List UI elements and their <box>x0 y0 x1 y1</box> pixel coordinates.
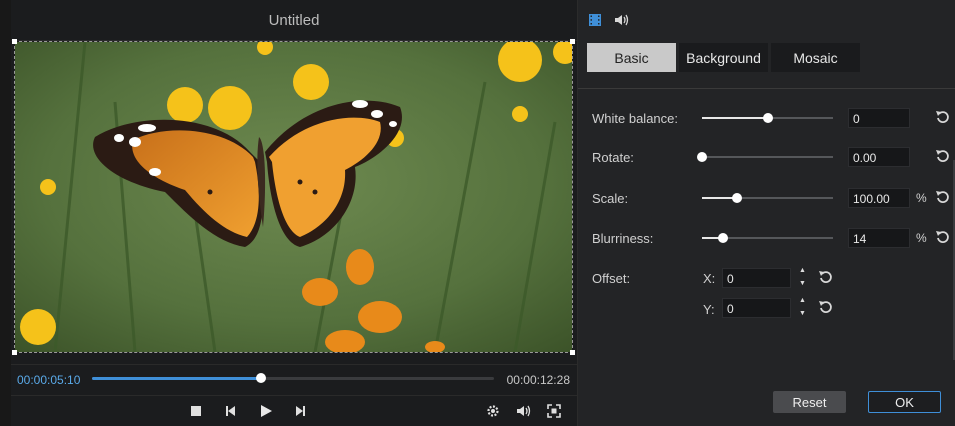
ok-button[interactable]: OK <box>868 391 941 413</box>
offset-x-down-icon[interactable]: ▼ <box>799 280 806 288</box>
rotate-label: Rotate: <box>592 150 634 165</box>
offset-label: Offset: <box>592 271 631 286</box>
reset-button[interactable]: Reset <box>773 391 846 413</box>
adjust-panel: Basic Background Mosaic White balance: 0… <box>577 0 955 426</box>
total-time: 00:00:12:28 <box>506 373 570 387</box>
tab-bar: Basic Background Mosaic <box>587 43 860 72</box>
tab-background[interactable]: Background <box>679 43 768 72</box>
scale-row: Scale: 100.00 % <box>592 187 952 209</box>
rotate-reset-icon[interactable] <box>935 148 951 164</box>
rotate-slider[interactable] <box>697 152 833 162</box>
seek-handle[interactable] <box>255 373 266 383</box>
butterfly-image <box>15 42 572 352</box>
white-balance-reset-icon[interactable] <box>935 109 951 125</box>
tab-divider <box>578 88 955 89</box>
slider-knob[interactable] <box>732 193 743 203</box>
fullscreen-icon[interactable] <box>547 404 561 421</box>
next-frame-icon[interactable] <box>293 404 307 421</box>
film-icon[interactable] <box>588 13 602 32</box>
scale-unit: % <box>916 191 927 205</box>
speaker-icon[interactable] <box>614 13 630 32</box>
white-balance-label: White balance: <box>592 111 678 126</box>
stop-icon[interactable] <box>189 404 203 421</box>
scale-slider[interactable] <box>702 193 833 203</box>
rotate-input[interactable]: 0.00 <box>848 147 910 167</box>
offset-x-reset-icon[interactable] <box>818 269 834 285</box>
seek-progress <box>92 377 261 380</box>
blurriness-unit: % <box>916 231 927 245</box>
slider-knob[interactable] <box>762 113 773 123</box>
offset-y-input[interactable]: 0 <box>722 298 791 318</box>
crop-handle-top-left[interactable] <box>12 39 17 44</box>
offset-x-label: X: <box>703 271 716 286</box>
offset-y-up-icon[interactable]: ▲ <box>799 297 806 305</box>
slider-knob[interactable] <box>697 152 707 162</box>
timeline-bar: 00:00:05:10 00:00:12:28 <box>11 364 577 396</box>
blurriness-slider[interactable] <box>702 233 833 243</box>
blurriness-input[interactable]: 14 <box>848 228 910 248</box>
tab-basic[interactable]: Basic <box>587 43 676 72</box>
scale-input[interactable]: 100.00 <box>848 188 910 208</box>
player-title: Untitled <box>11 0 577 41</box>
play-icon[interactable] <box>259 404 273 421</box>
blurriness-reset-icon[interactable] <box>935 229 951 245</box>
volume-icon[interactable] <box>516 404 532 421</box>
video-preview[interactable] <box>14 41 573 353</box>
crop-handle-bottom-left[interactable] <box>12 350 17 355</box>
offset-y-label: Y: <box>703 302 715 317</box>
white-balance-input[interactable]: 0 <box>848 108 910 128</box>
blurriness-row: Blurriness: 14 % <box>592 227 952 249</box>
slider-fill <box>702 117 768 119</box>
offset-y-down-icon[interactable]: ▼ <box>799 310 806 318</box>
crop-handle-top-right[interactable] <box>570 39 575 44</box>
panel-mode-icons <box>588 13 630 32</box>
offset-x-up-icon[interactable]: ▲ <box>799 267 806 275</box>
tab-mosaic[interactable]: Mosaic <box>771 43 860 72</box>
scale-reset-icon[interactable] <box>935 189 951 205</box>
current-time: 00:00:05:10 <box>17 373 81 387</box>
rotate-row: Rotate: 0.00 <box>592 146 952 168</box>
blurriness-label: Blurriness: <box>592 231 654 246</box>
slider-knob[interactable] <box>717 233 728 243</box>
crop-handle-bottom-right[interactable] <box>570 350 575 355</box>
offset-row: Offset: X: 0 ▲ ▼ Y: 0 ▲ ▼ <box>592 267 952 327</box>
previous-frame-icon[interactable] <box>224 404 238 421</box>
settings-gear-icon[interactable] <box>486 404 500 421</box>
video-player: Untitled 00:00:05:10 00:00:12:28 <box>11 0 577 426</box>
playback-controls <box>11 398 577 426</box>
white-balance-slider[interactable] <box>702 113 833 123</box>
scale-label: Scale: <box>592 191 629 206</box>
white-balance-row: White balance: 0 <box>592 107 952 129</box>
offset-x-input[interactable]: 0 <box>722 268 791 288</box>
seek-bar[interactable] <box>92 373 494 383</box>
offset-y-reset-icon[interactable] <box>818 299 834 315</box>
